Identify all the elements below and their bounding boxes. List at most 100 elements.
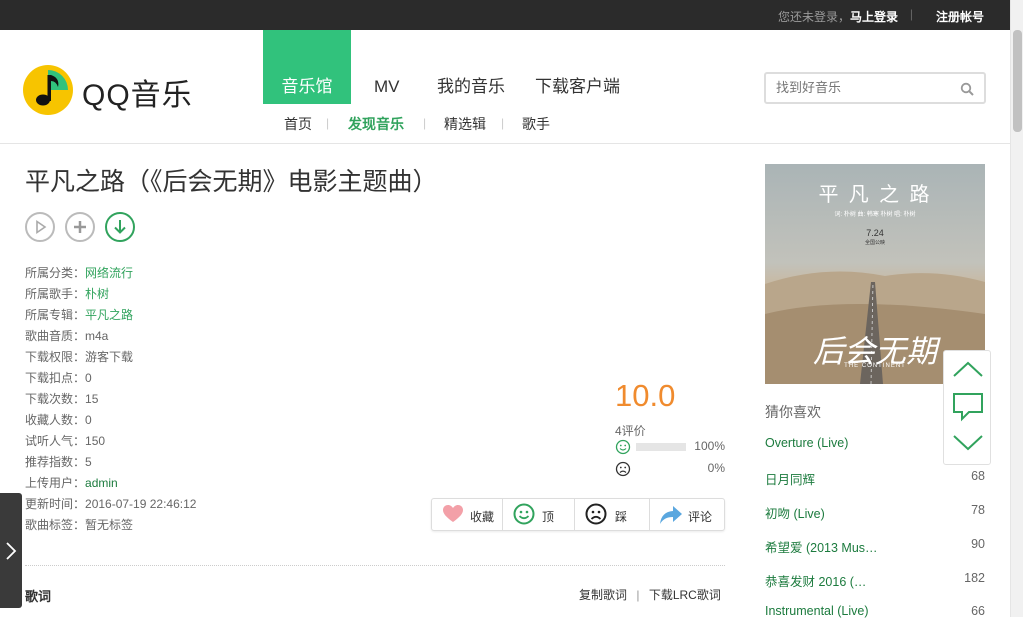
info-label: 上传用户： bbox=[25, 476, 86, 490]
downvote-label: 踩 bbox=[615, 510, 628, 524]
subnav-discover[interactable]: 发现音乐 bbox=[348, 114, 404, 134]
info-value: m4a bbox=[85, 329, 109, 343]
song-action-bar: 收藏 顶 踩 评论 bbox=[431, 498, 725, 531]
share-arrow-icon bbox=[660, 506, 682, 524]
info-label: 所属歌手： bbox=[25, 287, 86, 301]
download-lrc-link[interactable]: 下载LRC歌词 bbox=[649, 588, 721, 602]
positive-rating-bar bbox=[636, 443, 686, 451]
info-row-downloads: 下载次数：15 bbox=[25, 389, 196, 410]
info-value: 2016-07-19 22:46:12 bbox=[85, 497, 197, 511]
heart-icon bbox=[443, 505, 463, 522]
search-box bbox=[764, 72, 986, 104]
lyrics-tools: 复制歌词 | 下载LRC歌词 bbox=[579, 586, 721, 603]
recommend-count: 68 bbox=[971, 469, 985, 483]
subnav-home[interactable]: 首页 bbox=[284, 114, 312, 134]
info-label: 下载次数： bbox=[25, 392, 86, 406]
cover-credits: 词: 朴树 曲: 韩寒 朴树 唱: 朴树 bbox=[834, 212, 916, 218]
recommend-song-name[interactable]: Instrumental (Live) bbox=[765, 604, 869, 618]
info-label: 推荐指数： bbox=[25, 455, 86, 469]
search-icon[interactable] bbox=[960, 82, 974, 96]
recommend-count: 78 bbox=[971, 503, 985, 517]
recommend-song-name[interactable]: 恭喜发财 2016 (… bbox=[765, 571, 866, 590]
login-notice: 您还未登录，马上登录 bbox=[778, 8, 898, 25]
review-count: 4评价 bbox=[615, 424, 646, 438]
info-row-favorites: 收藏人数：0 bbox=[25, 410, 196, 431]
recommend-song-name[interactable]: 初吻 (Live) bbox=[765, 503, 825, 522]
subnav-featured[interactable]: 精选辑 bbox=[444, 114, 486, 134]
info-row-points: 下载扣点：0 bbox=[25, 368, 196, 389]
info-label: 更新时间： bbox=[25, 497, 86, 511]
favorite-label: 收藏 bbox=[470, 510, 495, 524]
plus-icon bbox=[74, 221, 86, 233]
info-label: 所属专辑： bbox=[25, 308, 86, 322]
recommend-heading: 猜你喜欢 bbox=[765, 404, 821, 420]
nav-download-client[interactable]: 下载客户端 bbox=[535, 30, 620, 104]
scrollbar-thumb[interactable] bbox=[1013, 30, 1022, 132]
nav-music-hall[interactable]: 音乐馆 bbox=[263, 30, 351, 104]
subnav-divider: | bbox=[423, 116, 427, 130]
nav-mv[interactable]: MV bbox=[374, 30, 400, 104]
comment-label: 评论 bbox=[688, 510, 713, 524]
positive-rating-fill bbox=[636, 443, 686, 451]
search-input[interactable] bbox=[776, 80, 956, 95]
recommend-count: 66 bbox=[971, 604, 985, 618]
site-header: QQ音乐 音乐馆 MV 我的音乐 下载客户端 首页 | 发现音乐 | 精选辑 |… bbox=[0, 30, 1010, 144]
page-scrollbar[interactable] bbox=[1010, 0, 1023, 617]
info-row-permission: 下载权限：游客下载 bbox=[25, 347, 196, 368]
copy-lyrics-link[interactable]: 复制歌词 bbox=[579, 588, 627, 602]
uploader-link[interactable]: admin bbox=[85, 476, 118, 490]
info-label: 歌曲音质： bbox=[25, 329, 86, 343]
downvote-button[interactable]: 踩 bbox=[575, 499, 650, 530]
recommend-item[interactable]: 初吻 (Live) 78 bbox=[765, 503, 985, 523]
info-label: 歌曲标签： bbox=[25, 518, 86, 532]
login-link[interactable]: 马上登录 bbox=[850, 10, 898, 24]
subnav-divider: | bbox=[326, 116, 330, 130]
chevron-right-icon bbox=[6, 542, 17, 560]
subnav-singer[interactable]: 歌手 bbox=[522, 114, 550, 134]
info-value: 5 bbox=[85, 455, 92, 469]
info-row-album: 所属专辑：平凡之路 bbox=[25, 305, 196, 326]
login-prefix: 您还未登录， bbox=[777, 10, 850, 24]
info-row-quality: 歌曲音质：m4a bbox=[25, 326, 196, 347]
chevron-up-icon[interactable] bbox=[951, 359, 985, 379]
cover-date: 7.24 bbox=[866, 228, 884, 238]
download-arrow-icon bbox=[114, 220, 126, 234]
recommend-item[interactable]: 日月同辉 68 bbox=[765, 469, 985, 489]
info-label: 下载扣点： bbox=[25, 371, 86, 385]
section-divider bbox=[25, 565, 725, 566]
info-row-tags: 歌曲标签：暂无标签 bbox=[25, 515, 196, 536]
top-bar: 您还未登录，马上登录 | 注册帐号 bbox=[0, 0, 1010, 30]
register-link[interactable]: 注册帐号 bbox=[936, 8, 984, 25]
comment-button[interactable]: 评论 bbox=[650, 499, 724, 530]
cover-title: 平 凡 之 路 bbox=[818, 182, 932, 206]
recommend-song-name[interactable]: Overture (Live) bbox=[765, 436, 848, 450]
nav-my-music[interactable]: 我的音乐 bbox=[437, 30, 505, 104]
qq-music-logo[interactable]: QQ音乐 bbox=[22, 62, 212, 118]
recommend-item[interactable]: 恭喜发财 2016 (… 182 bbox=[765, 571, 985, 591]
recommend-item[interactable]: Instrumental (Live) 66 bbox=[765, 604, 985, 624]
singer-link[interactable]: 朴树 bbox=[85, 287, 109, 301]
info-value: 游客下载 bbox=[85, 350, 134, 364]
info-label: 收藏人数： bbox=[25, 413, 86, 427]
info-row-popularity: 试听人气：150 bbox=[25, 431, 196, 452]
info-row-singer: 所属歌手：朴树 bbox=[25, 284, 196, 305]
play-button[interactable] bbox=[25, 212, 55, 242]
info-label: 下载权限： bbox=[25, 350, 86, 364]
info-value: 暂无标签 bbox=[85, 518, 134, 532]
lyrics-tools-separator: | bbox=[636, 588, 640, 602]
album-link[interactable]: 平凡之路 bbox=[85, 308, 133, 322]
add-to-list-button[interactable] bbox=[65, 212, 95, 242]
comment-bubble-icon[interactable] bbox=[952, 392, 984, 422]
recommend-song-name[interactable]: 日月同辉 bbox=[765, 469, 815, 488]
upvote-button[interactable]: 顶 bbox=[503, 499, 575, 530]
favorite-button[interactable]: 收藏 bbox=[432, 499, 503, 530]
category-link[interactable]: 网络流行 bbox=[85, 266, 133, 280]
download-button[interactable] bbox=[105, 212, 135, 242]
chevron-down-icon[interactable] bbox=[951, 433, 985, 453]
recommend-song-name[interactable]: 希望爱 (2013 Mus… bbox=[765, 537, 878, 556]
recommend-item[interactable]: 希望爱 (2013 Mus… 90 bbox=[765, 537, 985, 557]
info-label: 试听人气： bbox=[25, 434, 86, 448]
info-row-updated: 更新时间：2016-07-19 22:46:12 bbox=[25, 494, 196, 515]
side-panel-toggle[interactable] bbox=[0, 493, 22, 608]
subnav-divider: | bbox=[501, 116, 505, 130]
